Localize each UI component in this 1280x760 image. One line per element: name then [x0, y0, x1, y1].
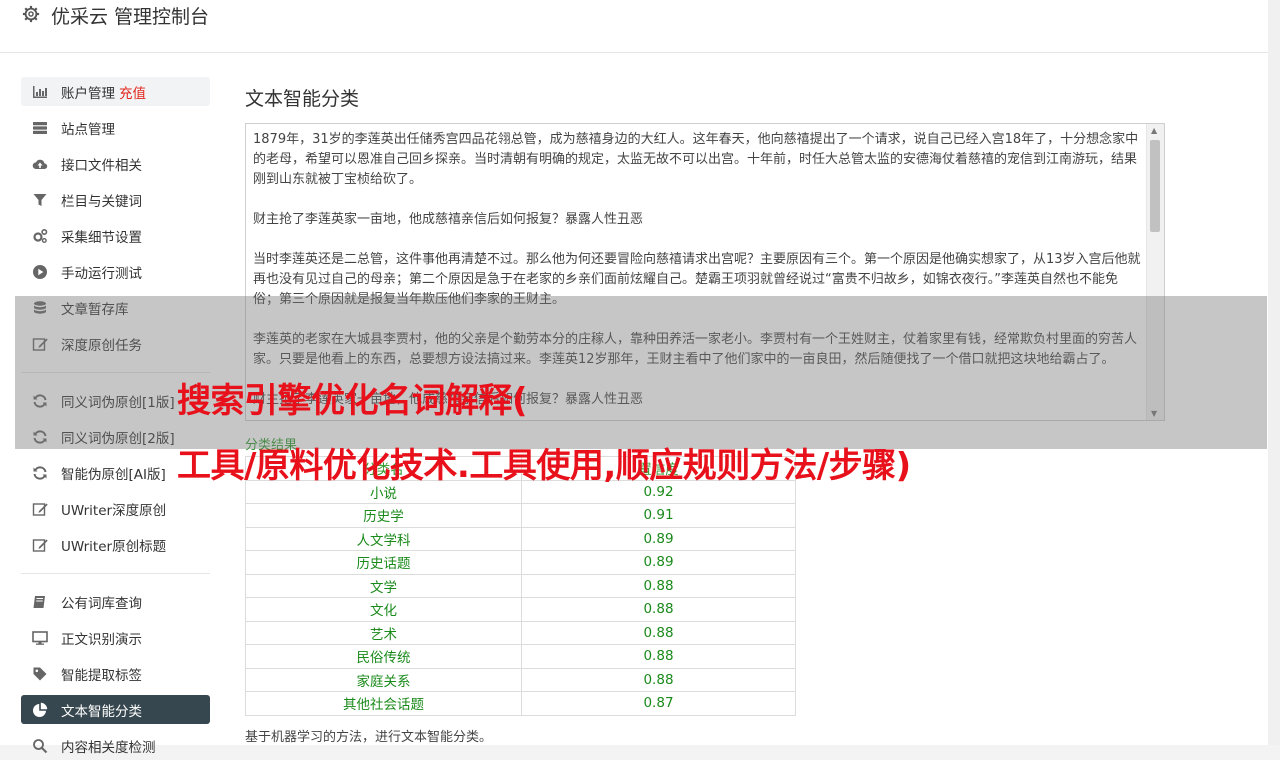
tag-icon: [33, 667, 47, 680]
sidebar-item-label: UWriter深度原创: [61, 502, 167, 519]
sidebar-divider: [21, 573, 210, 574]
confidence-cell: 0.88: [521, 667, 796, 692]
server-icon: [33, 121, 47, 134]
table-row: 历史话题 0.89: [245, 550, 796, 575]
category-cell: 家庭关系: [245, 667, 522, 692]
category-cell: 人文学科: [245, 526, 522, 551]
category-cell: 历史话题: [245, 550, 522, 575]
play-circle-icon: [33, 264, 47, 279]
sidebar-item-account[interactable]: 账户管理 充值: [21, 77, 210, 106]
sidebar-item-label: 账户管理: [61, 85, 115, 102]
confidence-cell: 0.88: [521, 644, 796, 669]
sidebar-item-label: UWriter原创标题: [61, 538, 167, 555]
scrollbar-thumb[interactable]: [1150, 140, 1160, 232]
sidebar-item-relevance-check[interactable]: 内容相关度检测: [21, 731, 210, 760]
category-cell: 艺术: [245, 620, 522, 645]
sidebar-item-label: 手动运行测试: [61, 265, 142, 282]
app-title: 优采云 管理控制台: [51, 6, 210, 28]
desktop-icon: [32, 630, 48, 645]
recharge-link[interactable]: 充值: [119, 82, 146, 102]
sidebar-item-text-recognition[interactable]: 正文识别演示: [21, 623, 210, 652]
sidebar-item-uwriter-deep[interactable]: UWriter深度原创: [21, 494, 210, 523]
sidebar-item-label: 正文识别演示: [61, 631, 142, 648]
category-cell: 其他社会话题: [245, 691, 522, 716]
gear-icon: [22, 5, 40, 23]
table-row: 人文学科 0.89: [245, 526, 796, 551]
sidebar-item-label: 智能伪原创[AI版]: [61, 466, 166, 483]
table-row: 文学 0.88: [245, 573, 796, 598]
book-icon: [33, 595, 45, 608]
table-row: 历史学 0.91: [245, 503, 796, 528]
sidebar-item-collect-settings[interactable]: 采集细节设置: [21, 221, 210, 250]
category-cell: 文学: [245, 573, 522, 598]
refresh-icon: [33, 465, 47, 480]
confidence-cell: 0.91: [521, 503, 796, 528]
category-cell: 历史学: [245, 503, 522, 528]
category-cell: 文化: [245, 597, 522, 622]
sidebar-item-columns-keywords[interactable]: 栏目与关键词: [21, 185, 210, 214]
top-bar: 优采云 管理控制台: [0, 0, 1268, 53]
cogs-icon: [33, 228, 48, 243]
confidence-cell: 0.88: [521, 620, 796, 645]
confidence-cell: 0.87: [521, 691, 796, 716]
sidebar-item-label: 智能提取标签: [61, 667, 142, 684]
table-row: 艺术 0.88: [245, 620, 796, 645]
sidebar-item-extract-tags[interactable]: 智能提取标签: [21, 659, 210, 688]
bar-chart-icon: [33, 85, 47, 98]
sidebar-item-label: 采集细节设置: [61, 229, 142, 246]
category-cell: 民俗传统: [245, 644, 522, 669]
sidebar-item-label: 站点管理: [61, 121, 115, 138]
table-row: 其他社会话题 0.87: [245, 691, 796, 716]
search-icon: [33, 738, 48, 753]
page-scrollbar[interactable]: [1268, 0, 1280, 745]
sidebar-item-label: 公有词库查询: [61, 595, 142, 612]
confidence-cell: 0.88: [521, 597, 796, 622]
sidebar-item-interface-files[interactable]: 接口文件相关: [21, 149, 210, 178]
cloud-upload-icon: [32, 159, 48, 169]
sidebar-item-text-classification[interactable]: 文本智能分类: [21, 695, 210, 724]
page-title: 文本智能分类: [245, 88, 360, 110]
edit-icon: [32, 502, 48, 516]
edit-icon: [32, 538, 48, 552]
table-row: 民俗传统 0.88: [245, 644, 796, 669]
sidebar-item-uwriter-title[interactable]: UWriter原创标题: [21, 530, 210, 559]
table-row: 家庭关系 0.88: [245, 667, 796, 692]
sidebar-item-label: 内容相关度检测: [61, 739, 156, 756]
scroll-up-arrow-icon[interactable]: ▲: [1151, 126, 1157, 135]
table-row: 文化 0.88: [245, 597, 796, 622]
confidence-cell: 0.88: [521, 573, 796, 598]
sidebar-item-label: 栏目与关键词: [61, 193, 142, 210]
confidence-cell: 0.89: [521, 526, 796, 551]
sidebar-item-manual-run[interactable]: 手动运行测试: [21, 257, 210, 286]
sidebar-item-sites[interactable]: 站点管理: [21, 113, 210, 142]
overlay-headline-line1: 搜索引擎优化名词解释(: [177, 381, 528, 421]
sidebar-item-label: 文本智能分类: [61, 703, 142, 720]
sidebar-item-public-lexicon[interactable]: 公有词库查询: [21, 587, 210, 616]
confidence-cell: 0.89: [521, 550, 796, 575]
description-text: 基于机器学习的方法，进行文本智能分类。: [245, 730, 493, 745]
pie-chart-icon: [33, 702, 48, 717]
filter-icon: [33, 193, 47, 206]
sidebar-item-label: 接口文件相关: [61, 157, 142, 174]
overlay-headline-line2: 工具/原料优化技术.工具使用,顺应规则方法/步骤): [177, 446, 911, 486]
classification-table: 分类名 置信度 小说 0.92 历史学 0.91 人文学科 0.89 历史话题 0.89…: [245, 456, 796, 716]
